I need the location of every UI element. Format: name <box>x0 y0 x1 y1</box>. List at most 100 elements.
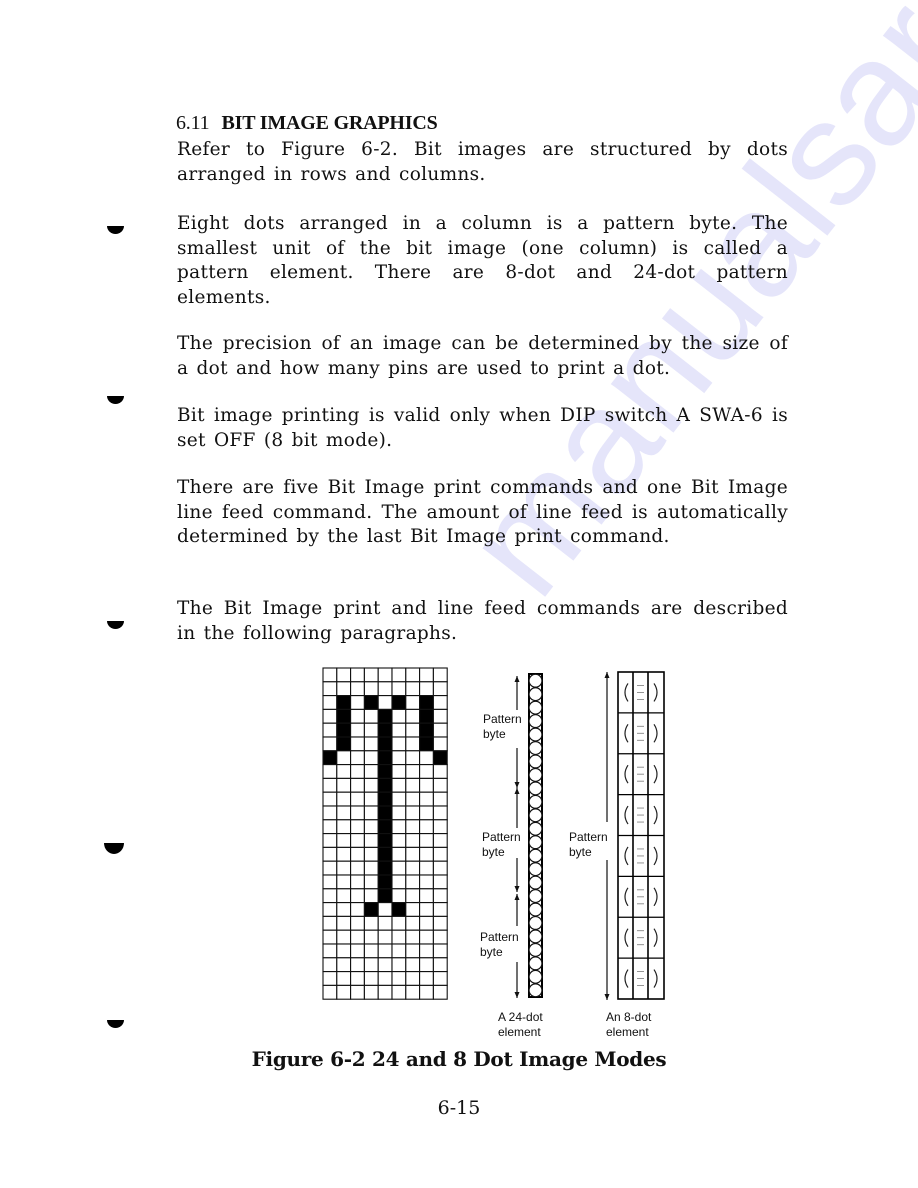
grid-cell-empty <box>336 860 352 876</box>
grid-cell-empty <box>391 874 407 890</box>
grid-cell-empty <box>363 777 379 793</box>
binder-mark <box>104 843 124 854</box>
grid-cell-empty <box>322 764 338 779</box>
grid-cell-empty <box>377 929 393 945</box>
grid-cell-filled <box>377 736 393 752</box>
grid-cell-empty <box>350 805 365 821</box>
grid-cell-empty <box>419 929 434 945</box>
grid-cell-empty <box>432 736 448 752</box>
grid-cell-empty <box>405 943 421 959</box>
grid-cell-empty <box>391 957 407 973</box>
label-line: byte <box>482 845 505 859</box>
dot-24 <box>528 673 543 688</box>
grid-cell-empty <box>391 791 407 807</box>
grid-cell-filled <box>377 708 393 724</box>
arrow-down-head <box>604 994 610 1000</box>
grid-cell-filled <box>336 722 352 738</box>
grid-cell-empty <box>419 833 434 848</box>
grid-cell-empty <box>419 957 434 973</box>
grid-cell-empty <box>377 902 393 917</box>
grid-cell-empty <box>363 833 379 848</box>
grid-cell-empty <box>405 957 421 973</box>
arrow-down-head <box>514 782 520 788</box>
dot-24 <box>528 687 543 702</box>
dot-24 <box>528 862 543 877</box>
grid-cell-empty <box>322 667 338 683</box>
grid-cell-empty <box>432 791 448 807</box>
grid-cell-filled <box>377 764 393 779</box>
grid-cell-empty <box>363 929 379 945</box>
grid-cell-empty <box>419 764 434 779</box>
paragraph-precision: The precision of an image can be determi… <box>177 333 788 379</box>
grid-cell-empty <box>336 984 352 1000</box>
grid-cell-filled <box>336 736 352 752</box>
bit-image-grid <box>322 667 448 1000</box>
grid-cell-empty <box>350 888 365 904</box>
grid-cell-empty <box>432 805 448 821</box>
grid-cell-empty <box>322 819 338 835</box>
grid-cell-empty <box>363 708 379 724</box>
grid-cell-filled <box>377 777 393 793</box>
grid-cell-empty <box>322 984 338 1000</box>
grid-cell-empty <box>336 750 352 766</box>
label-line: byte <box>480 945 503 959</box>
grid-cell-empty <box>405 777 421 793</box>
grid-cell-empty <box>363 874 379 890</box>
grid-cell-empty <box>336 888 352 904</box>
grid-cell-filled <box>377 722 393 738</box>
grid-cell-empty <box>336 971 352 986</box>
grid-cell-empty <box>363 791 379 807</box>
label-line: Pattern <box>483 712 522 726</box>
binder-mark <box>107 1020 124 1028</box>
grid-cell-filled <box>322 750 338 766</box>
grid-cell-empty <box>432 915 448 931</box>
label-line: Pattern <box>480 930 519 944</box>
arrow-up-head <box>514 894 520 900</box>
grid-cell-empty <box>322 874 338 890</box>
grid-cell-empty <box>350 943 365 959</box>
grid-cell-empty <box>377 667 393 683</box>
grid-cell-empty <box>350 860 365 876</box>
grid-cell-empty <box>322 957 338 973</box>
grid-cell-empty <box>405 695 421 710</box>
paragraph-intro: Refer to Figure 6-2. Bit images are stru… <box>177 139 788 185</box>
grid-cell-filled <box>377 860 393 876</box>
grid-cell-empty <box>419 984 434 1000</box>
grid-cell-empty <box>391 777 407 793</box>
grid-cell-empty <box>432 860 448 876</box>
binder-mark <box>107 226 124 234</box>
grid-cell-empty <box>419 902 434 917</box>
grid-cell-empty <box>391 764 407 779</box>
grid-cell-empty <box>405 833 421 848</box>
grid-cell-filled <box>377 805 393 821</box>
dot-24 <box>528 714 543 729</box>
grid-cell-empty <box>363 750 379 766</box>
grid-cell-empty <box>391 846 407 862</box>
paragraph-dip-switch: Bit image printing is valid only when DI… <box>177 405 788 451</box>
grid-cell-filled <box>419 695 434 710</box>
grid-cell-empty <box>322 860 338 876</box>
grid-cell-empty <box>350 777 365 793</box>
grid-cell-empty <box>377 957 393 973</box>
label-line: Pattern <box>569 830 608 844</box>
grid-cell-empty <box>391 943 407 959</box>
grid-cell-empty <box>322 902 338 917</box>
grid-cell-empty <box>322 888 338 904</box>
dot-24 <box>528 767 543 782</box>
grid-cell-empty <box>350 902 365 917</box>
grid-cell-empty <box>432 695 448 710</box>
grid-cell-filled <box>336 695 352 710</box>
grid-cell-empty <box>350 819 365 835</box>
grid-cell-empty <box>363 915 379 931</box>
grid-cell-empty <box>322 708 338 724</box>
label-line: byte <box>569 845 592 859</box>
arrow-up-head <box>514 788 520 794</box>
page-number: 6-15 <box>437 1097 481 1119</box>
pattern-byte-label-24-3: Pattern byte <box>480 930 519 960</box>
grid-cell-empty <box>322 915 338 931</box>
grid-cell-empty <box>350 722 365 738</box>
dot-24 <box>528 835 543 850</box>
grid-cell-empty <box>336 902 352 917</box>
grid-cell-empty <box>350 708 365 724</box>
grid-cell-empty <box>336 846 352 862</box>
